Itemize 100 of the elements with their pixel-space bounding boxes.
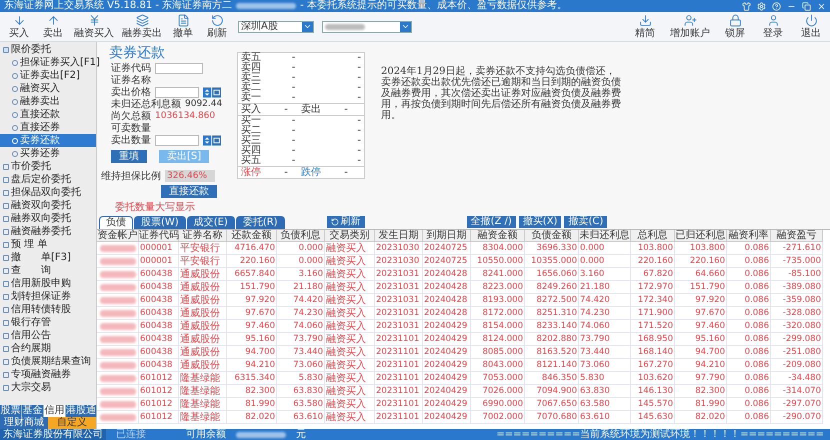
sidebar-tab[interactable]: 基金 [22, 405, 44, 417]
table-cell: 20231031 [375, 320, 423, 333]
sidebar-item[interactable]: 担保品双向委托 [0, 186, 96, 199]
table-tab[interactable]: 股票(W) [134, 216, 186, 229]
sidebar-item[interactable]: 直接还款 [0, 108, 96, 121]
table-cell: 20240429 [423, 333, 471, 346]
quote-value: - [283, 104, 289, 115]
table-cell: 20240429 [423, 385, 471, 398]
toolbar-button[interactable]: 撤单 [170, 14, 196, 39]
sidebar-item[interactable]: 银行存管 [0, 316, 96, 329]
level-label: 买一 [241, 116, 262, 126]
sidebar-item[interactable]: 划转担保证券 [0, 290, 96, 303]
table-cell: 通威股份 [179, 268, 227, 281]
cancel-button[interactable]: 撤卖(C) [564, 216, 608, 228]
sidebar-item[interactable]: 融券双向委托 [0, 212, 96, 225]
table-cell: 600438 [139, 346, 179, 359]
sidebar-item[interactable]: 预 埋 单 [0, 238, 96, 251]
toolbar-button[interactable]: 精简 [632, 14, 658, 39]
table-cell: -320.080 [771, 320, 823, 333]
sidebar-item[interactable]: 大宗交易 [0, 381, 96, 394]
cancel-button[interactable]: 全撤(Z /) [466, 216, 516, 228]
help-icon[interactable] [772, 2, 781, 10]
repay-button[interactable]: 直接还款 [161, 185, 217, 198]
sidebar-item[interactable]: 融资买入 [0, 82, 96, 95]
price-cell-text: - [290, 73, 296, 83]
table-cell: 20240725 [423, 255, 471, 268]
table-cell: 融资买入 [325, 398, 375, 411]
table-cell: 7002.000 [471, 411, 525, 424]
sidebar-tab[interactable]: 港股通 [66, 405, 97, 417]
toolbar-button[interactable]: 买入 [6, 14, 32, 39]
sidebar-tab[interactable]: 自定义 [48, 417, 96, 429]
input-field[interactable] [155, 134, 199, 146]
sidebar-item[interactable]: 限价委托 [0, 43, 96, 56]
table-tab[interactable]: 成交(E) [186, 216, 235, 229]
sidebar-item[interactable]: 证券卖出[F2] [0, 69, 96, 82]
sidebar-tab[interactable]: 理财商城 [0, 417, 48, 429]
table-cell: 20231031 [375, 307, 423, 320]
sidebar-item[interactable]: 负债展期结果查询 [0, 355, 96, 368]
close-icon[interactable] [817, 2, 826, 10]
table-cell: 3696.330 [525, 242, 579, 255]
hint-text: 委托数量大写显示 [114, 200, 196, 214]
table-tab[interactable]: 负债 [99, 216, 133, 229]
table-cell: 通威股份 [179, 359, 227, 372]
price-cell-text: - [290, 83, 296, 93]
sidebar-item[interactable]: 买券还券 [0, 147, 96, 160]
table-cell: 融资买入 [325, 268, 375, 281]
folder-icon [3, 164, 9, 170]
toolbar-button[interactable]: 卖出 [40, 14, 66, 39]
restore-icon[interactable] [802, 2, 811, 10]
field-label: 卖出价格 [111, 86, 151, 98]
settings-icon[interactable] [757, 2, 766, 10]
sidebar-item[interactable]: 合约展期 [0, 342, 96, 355]
price-cell-text: - [290, 93, 296, 103]
toolbar-button[interactable]: 登录 [760, 14, 786, 39]
sidebar-item[interactable]: 信用公告 [0, 329, 96, 342]
sidebar-item[interactable]: 卖券还款 [0, 134, 96, 147]
sidebar-item[interactable]: 融券卖出 [0, 95, 96, 108]
table-cell: 融资买入 [325, 255, 375, 268]
sidebar-item[interactable]: 信用转债转股 [0, 303, 96, 316]
table-cell: 8043.000 [471, 359, 525, 372]
sidebar-item[interactable]: 市价委托 [0, 160, 96, 173]
toolbar-button[interactable]: 锁屏 [722, 14, 748, 39]
form-button[interactable]: 重填 [111, 150, 147, 163]
sidebar-item[interactable]: 专项融资融券 [0, 368, 96, 381]
sidebar-tab[interactable]: 信用 [44, 405, 66, 417]
toolbar-button[interactable]: 退出 [798, 14, 824, 39]
table-cell: 7067.650 [525, 398, 579, 411]
table-cell: 97.460 [675, 320, 727, 333]
cancel-button[interactable]: 撤买(X) [518, 216, 562, 228]
refresh-button[interactable]: 刷新 [326, 216, 365, 228]
toolbar-button[interactable]: 融券卖出 [122, 14, 162, 39]
sidebar-item[interactable]: 撤 单[F3] [0, 251, 96, 264]
sidebar-item[interactable]: 直接还券 [0, 121, 96, 134]
shirt-icon[interactable] [742, 2, 751, 10]
form-title: 卖券还款 [108, 44, 166, 62]
table-cell: -299.080 [771, 333, 823, 346]
sidebar-item[interactable]: 盘后定价委托 [0, 173, 96, 186]
account-select[interactable] [322, 20, 412, 32]
sidebar-tab[interactable]: 股票 [0, 405, 22, 417]
input-field[interactable] [155, 62, 203, 74]
sidebar-item[interactable]: 融资融券委托 [0, 225, 96, 238]
toolbar-button[interactable]: 刷新 [204, 14, 230, 39]
spinner-icon[interactable] [202, 134, 221, 146]
table-cell: 0.086 [727, 385, 771, 398]
user-icon [766, 14, 780, 27]
collapse-icon [3, 46, 9, 52]
toolbar-button[interactable]: 增加账户 [670, 14, 710, 39]
sidebar-item[interactable]: 信用新股申购 [0, 277, 96, 290]
sidebar-item[interactable]: 融资双向委托 [0, 199, 96, 212]
toolbar-button[interactable]: 融资买入 [74, 14, 114, 39]
input-field[interactable] [155, 86, 199, 98]
table-cell: 73.790 [277, 333, 325, 346]
table-cell: 20240429 [423, 359, 471, 372]
table-cell: 8272.500 [525, 294, 579, 307]
sidebar-item[interactable]: 查 询 [0, 264, 96, 277]
spinner-icon[interactable] [202, 86, 221, 98]
table-cell: 82.020 [675, 411, 727, 424]
table-tab[interactable]: 委托(R) [236, 216, 285, 229]
market-select[interactable]: 深圳A股 [238, 20, 314, 32]
table-cell: 平安银行 [179, 255, 227, 268]
